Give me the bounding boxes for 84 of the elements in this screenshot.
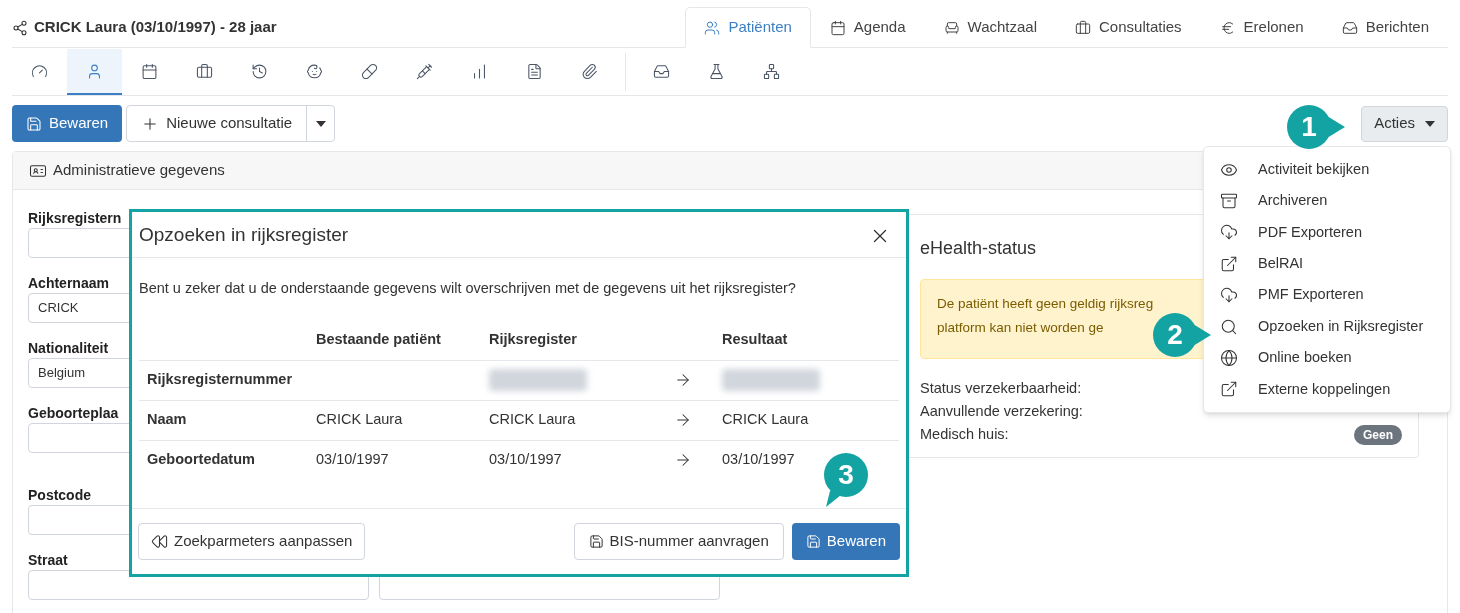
user-icon [86, 62, 103, 80]
column-header: Rijksregister [489, 329, 577, 349]
table-cell-text: CRICK Laura [489, 410, 576, 430]
euro-icon [1219, 19, 1236, 36]
syringe-icon [416, 62, 433, 80]
column-header: Bestaande patiënt [316, 329, 441, 349]
row-label: Naam [147, 410, 187, 430]
cloud-download-icon [1220, 286, 1238, 305]
external-link-icon [1220, 254, 1238, 273]
column-header: Resultaat [722, 329, 788, 349]
chart-icon [471, 62, 488, 80]
bis-button[interactable]: BIS-nummer aanvragen [573, 523, 784, 560]
menu-item[interactable]: PMF Exporteren [1204, 279, 1450, 311]
menu-item[interactable]: BelRAI [1204, 248, 1450, 280]
save-button[interactable]: Bewaren [791, 523, 900, 560]
save-icon [26, 115, 42, 132]
dialog-title: Opzoeken in rijksregister [139, 223, 349, 248]
users-icon [704, 19, 721, 36]
gauge-icon [31, 62, 48, 80]
inbox-icon [1341, 19, 1358, 36]
caret-icon [315, 120, 326, 127]
field-label: Nationaliteit [28, 340, 109, 357]
caret-icon [1425, 120, 1435, 127]
nav-tab[interactable]: Berichten [1322, 7, 1448, 48]
menu-item[interactable]: Activiteit bekijken [1204, 154, 1450, 186]
field-label: Rijksregistern [28, 210, 122, 227]
document-icon [526, 62, 543, 80]
history-icon [251, 62, 268, 80]
globe-icon [1220, 349, 1238, 368]
pill-icon [361, 62, 378, 80]
row-label: Geboortedatum [147, 450, 255, 470]
card-title: eHealth-status [920, 237, 1037, 260]
nav-tab[interactable]: Consultaties [1056, 7, 1201, 48]
briefcase-icon [196, 62, 213, 80]
patient-title: CRICK Laura (03/10/1997) - 28 jaar [34, 17, 277, 38]
new-consultation-button[interactable]: Nieuwe consultatie [127, 106, 307, 141]
nav-tab[interactable]: Wachtzaal [924, 7, 1057, 48]
calendar-icon [141, 62, 158, 80]
pointer-icon [1327, 116, 1345, 138]
table-cell-text: 03/10/1997 [489, 450, 562, 470]
cloud-download-icon [1220, 223, 1238, 242]
nav-tab[interactable]: Patiënten [685, 7, 811, 48]
table-cell-text: CRICK Laura [316, 410, 403, 430]
briefcase-icon [1075, 19, 1092, 36]
paperclip-icon [581, 62, 598, 80]
inbox-icon [653, 62, 670, 80]
network-icon [763, 62, 780, 80]
chair-icon [943, 19, 960, 36]
field-label: Achternaam [28, 275, 109, 292]
field-label: Postcode [28, 487, 91, 504]
table-cell-text: 03/10/1997 [316, 450, 389, 470]
menu-item[interactable]: Archiveren [1204, 185, 1450, 217]
actions-button[interactable]: Acties [1361, 105, 1448, 142]
field-label: Straat [28, 552, 68, 569]
save-button[interactable]: Bewaren [12, 105, 123, 142]
rewind-icon [151, 533, 168, 550]
menu-item[interactable]: PDF Exporteren [1204, 216, 1450, 249]
row-label: Rijksregisternummer [147, 370, 293, 390]
table-cell-text: CRICK Laura [722, 410, 809, 430]
dialog-question: Bent u zeker dat u de onderstaande gegevens wilt overschrijven met de gegevens uit het rijksregister? [139, 279, 797, 298]
share-icon [12, 19, 28, 36]
search-icon [1220, 317, 1238, 336]
status-badge: Geen [1354, 424, 1402, 445]
status-label: Aanvullende verzekering: [920, 401, 1083, 421]
external-link-icon [1220, 380, 1238, 399]
flask-icon [708, 62, 725, 80]
calendar-icon [829, 19, 846, 36]
save-icon [588, 534, 604, 549]
back-button[interactable]: Zoekparmeters aanpassen [138, 523, 366, 560]
table-cell-text: 03/10/1997 [722, 450, 795, 470]
field-label: Geboorteplaa [28, 405, 119, 422]
nav-tab[interactable]: Agenda [810, 7, 925, 48]
panel-title: Administratieve gegevens [53, 160, 225, 181]
nav-tab[interactable]: Erelonen [1200, 7, 1323, 48]
baby-icon [306, 62, 323, 80]
menu-item[interactable]: Externe koppelingen [1204, 373, 1450, 406]
status-label: Status verzekerbaarheid: [920, 378, 1082, 398]
tool-tab[interactable] [67, 49, 122, 95]
pointer-icon [1193, 324, 1211, 346]
warning-text: platform kan niet worden ge [937, 319, 1104, 338]
warning-text: De patiënt heeft geen geldig rijksreg [937, 295, 1154, 313]
archive-icon [1220, 192, 1238, 211]
save-icon [805, 534, 821, 549]
status-label: Medisch huis: [920, 424, 1009, 444]
